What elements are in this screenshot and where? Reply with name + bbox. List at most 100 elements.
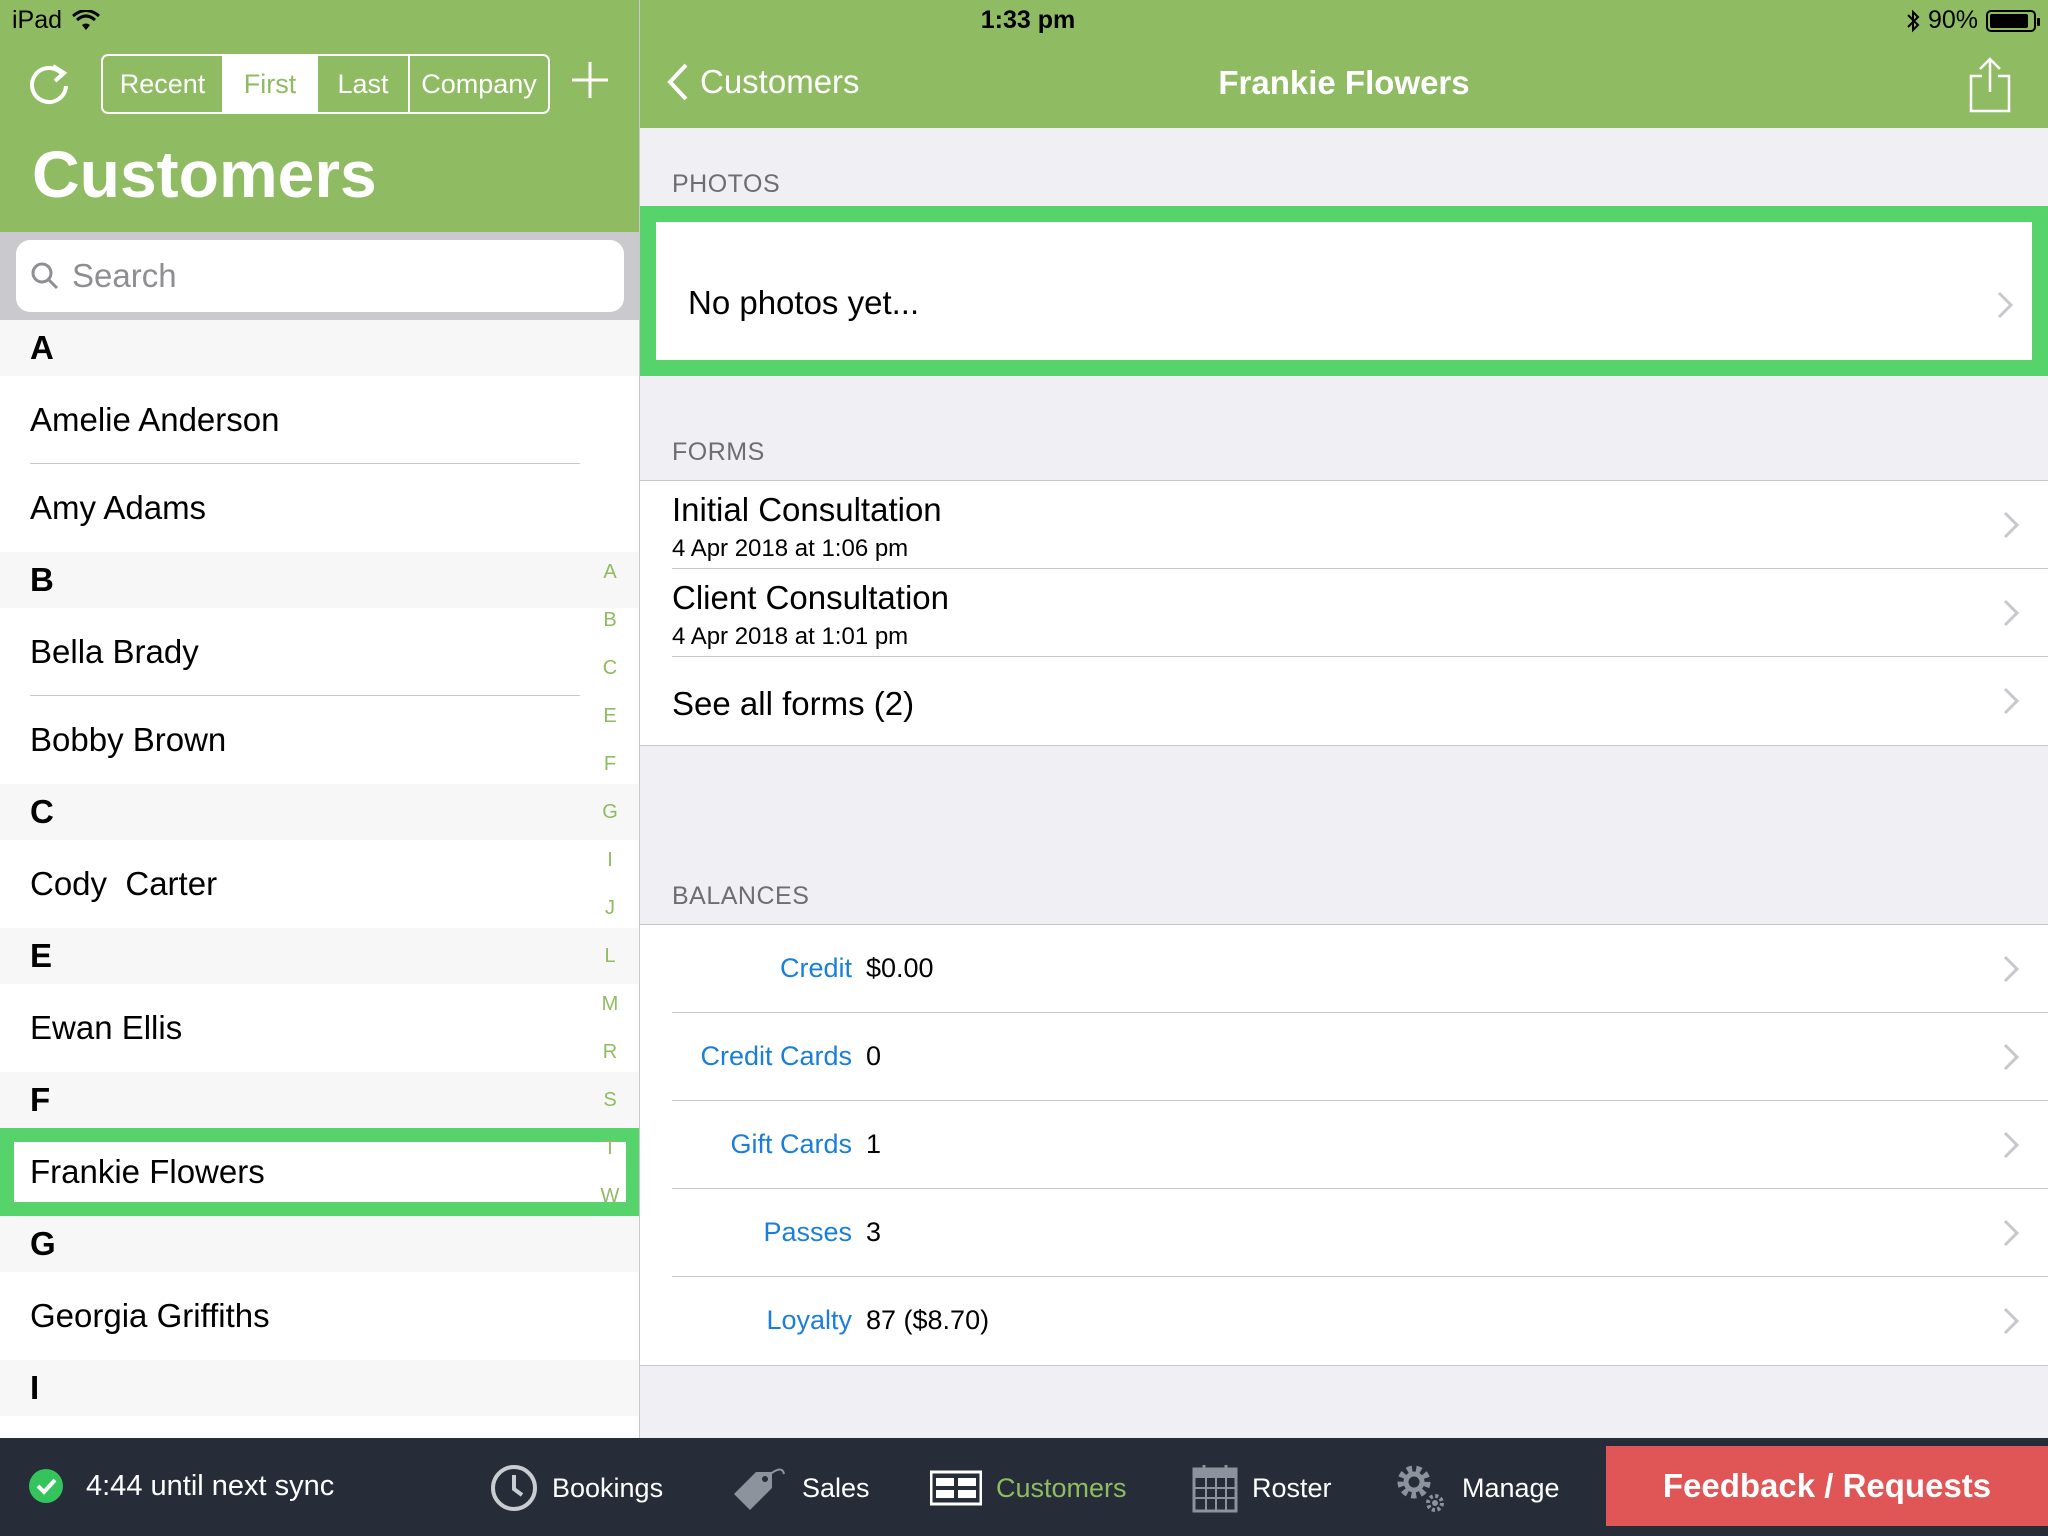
segment-recent[interactable]: Recent [103,56,224,112]
balance-row-credit-cards[interactable]: Credit Cards 0 [640,1013,2048,1101]
section-header-e: E [0,928,639,984]
customers-icon [930,1470,982,1506]
photos-header: PHOTOS [672,170,781,198]
index-letter[interactable]: F [592,740,628,788]
balance-value: 87 ($8.70) [866,1305,990,1335]
page-title: Customers [32,137,377,211]
balance-value: 3 [866,1217,882,1247]
balance-row-credit[interactable]: Credit $0.00 [640,925,2048,1013]
index-letter[interactable]: J [592,884,628,932]
balances-list: Credit $0.00 Credit Cards 0 Gift Cards 1… [640,924,2048,1366]
index-letter[interactable]: S [592,1076,628,1124]
tab-sales[interactable]: Sales [730,1462,870,1514]
chevron-right-icon [2003,1043,2020,1071]
list-item[interactable]: Georgia Griffiths [0,1272,639,1360]
tab-customers[interactable]: Customers [930,1462,1127,1514]
check-circle-icon [29,1469,63,1503]
no-photos-text: No photos yet... [688,284,920,321]
section-header-c: C [0,784,639,840]
index-letter[interactable]: M [592,980,628,1028]
balance-key: Credit [779,953,852,983]
customer-name-title: Frankie Flowers [1218,64,1470,101]
bottom-tab-bar: 4:44 until next sync Bookings Sales Cust… [0,1438,2048,1536]
tab-bookings[interactable]: Bookings [490,1462,663,1514]
segment-first[interactable]: First [224,56,318,112]
form-item[interactable]: Client Consultation 4 Apr 2018 at 1:01 p… [640,569,2048,657]
form-title: Initial Consultation [672,491,942,528]
section-header-f: F [0,1072,639,1128]
share-icon[interactable] [1968,56,2012,114]
index-letter[interactable]: L [592,932,628,980]
calendar-icon [1192,1465,1238,1513]
tab-label: Manage [1462,1472,1560,1503]
sync-status: 4:44 until next sync [28,1468,334,1504]
customer-detail-pane: Customers Frankie Flowers PHOTOS No phot… [640,0,2048,1438]
list-item[interactable]: Amy Adams [0,464,639,552]
customer-list: A Amelie Anderson Amy Adams B Bella Brad… [0,320,639,1416]
status-bar: iPad 1:33 pm 90% [0,0,2048,40]
battery-icon [1986,9,2040,32]
chevron-right-icon [2003,687,2020,715]
index-letter[interactable]: A [592,548,628,596]
feedback-requests-button[interactable]: Feedback / Requests [1606,1446,2048,1526]
section-header-a: A [0,320,639,376]
balance-row-gift-cards[interactable]: Gift Cards 1 [640,1101,2048,1189]
list-item[interactable]: Cody Carter [0,840,639,928]
form-item[interactable]: Initial Consultation 4 Apr 2018 at 1:06 … [640,481,2048,569]
balance-value: $0.00 [866,953,934,983]
tab-manage[interactable]: Manage [1392,1462,1560,1514]
chevron-right-icon [2003,1131,2020,1159]
chevron-right-icon [2003,1307,2020,1335]
section-header-i: I [0,1360,639,1416]
tag-icon [734,1468,785,1510]
index-letter[interactable]: T [592,1124,628,1172]
index-letter[interactable]: B [592,596,628,644]
form-date: 4 Apr 2018 at 1:01 pm [672,623,909,650]
list-item[interactable]: Bella Brady [0,608,639,696]
chevron-right-icon [1997,291,2014,319]
chevron-right-icon [2003,511,2020,539]
balance-key: Gift Cards [730,1129,852,1159]
segment-company[interactable]: Company [410,56,548,112]
balance-row-passes[interactable]: Passes 3 [640,1189,2048,1277]
index-letter[interactable]: I [592,836,628,884]
index-letter[interactable]: R [592,1028,628,1076]
bluetooth-icon [1907,9,1920,32]
section-header-g: G [0,1216,639,1272]
search-input[interactable]: Search [16,240,624,312]
tab-label: Roster [1252,1472,1332,1503]
refresh-icon[interactable] [26,60,72,106]
list-item[interactable]: Bobby Brown [0,696,639,784]
photos-cell[interactable]: No photos yet... [640,206,2048,376]
gear-icon [1397,1465,1444,1512]
balance-key: Passes [763,1217,852,1247]
balances-header: BALANCES [672,882,810,910]
tab-label: Bookings [552,1472,664,1503]
search-icon [31,262,59,290]
customer-list-pane: Recent First Last Company Customers Sear… [0,0,640,1438]
tab-roster[interactable]: Roster [1192,1462,1332,1514]
list-item-selected[interactable]: Frankie Flowers [0,1128,639,1216]
index-letter[interactable]: E [592,692,628,740]
alphabet-index[interactable]: A B C E F G I J L M R S T W [592,548,628,1220]
chevron-right-icon [2003,599,2020,627]
battery-fill [1990,13,2028,28]
index-letter[interactable]: G [592,788,628,836]
clock-icon [491,1465,537,1511]
tab-label: Sales [802,1472,870,1503]
chevron-right-icon [2003,1219,2020,1247]
sync-text: 4:44 until next sync [86,1469,335,1502]
balance-row-loyalty[interactable]: Loyalty 87 ($8.70) [640,1277,2048,1365]
segment-last[interactable]: Last [318,56,410,112]
forms-header: FORMS [672,438,765,466]
balance-value: 0 [866,1041,882,1071]
list-item[interactable]: Ewan Ellis [0,984,639,1072]
form-title: Client Consultation [672,579,949,616]
tab-label: Customers [996,1472,1127,1503]
see-all-forms-label: See all forms (2) [672,685,915,722]
list-item[interactable]: Amelie Anderson [0,376,639,464]
add-customer-icon[interactable] [570,60,610,100]
index-letter[interactable]: W [592,1172,628,1220]
index-letter[interactable]: C [592,644,628,692]
see-all-forms-row[interactable]: See all forms (2) [640,657,2048,745]
